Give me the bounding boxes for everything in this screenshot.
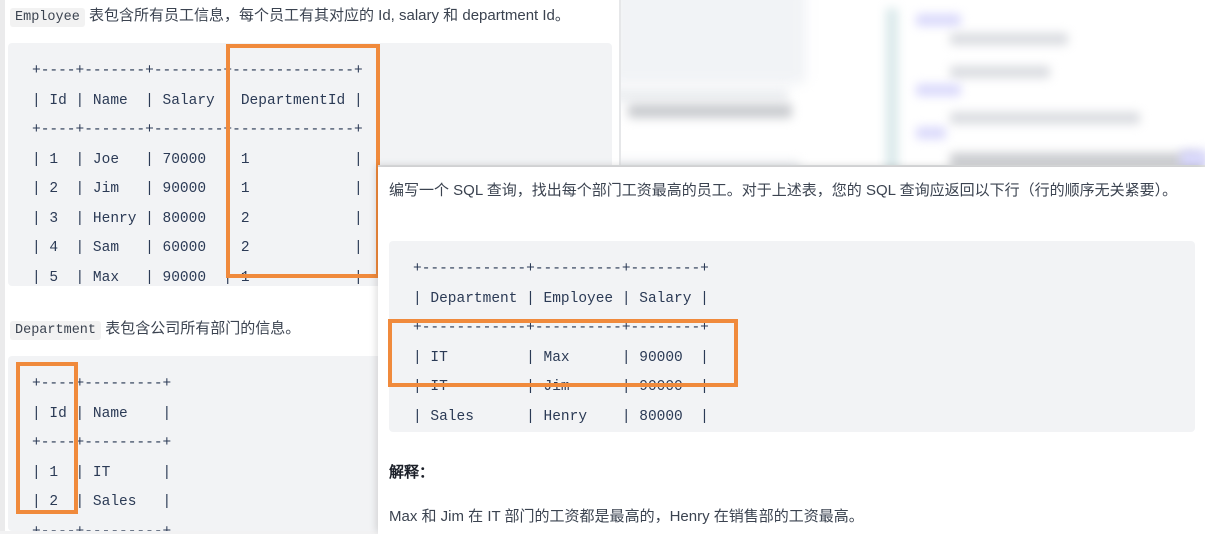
blurred-background-region [620,0,1205,180]
blurred-bar [916,84,961,96]
department-description-paragraph: Department 表包含公司所有部门的信息。 [10,318,300,342]
blurred-bar [886,8,898,180]
question-paragraph: 编写一个 SQL 查询，找出每个部门工资最高的员工。对于上述表，您的 SQL 查… [389,182,1178,199]
explanation-heading: 解释： [389,464,435,481]
blurred-bar [620,88,788,102]
employee-description-text: 表包含所有员工信息，每个员工有其对应的 Id, salary 和 departm… [88,7,570,24]
explanation-paragraph: Max 和 Jim 在 IT 部门的工资都是最高的，Henry 在销售部的工资最… [389,508,864,525]
result-table-ascii: +------------+----------+--------+ | Dep… [413,261,709,425]
department-description-text: 表包含公司所有部门的信息。 [105,320,301,337]
blurred-bar [950,112,1140,124]
department-code-tag: Department [10,321,102,340]
employee-description-paragraph: Employee 表包含所有员工信息，每个员工有其对应的 Id, salary … [10,5,570,29]
blurred-bar [916,14,961,26]
vertical-scrollbar[interactable] [0,0,5,534]
result-table-codeblock: +------------+----------+--------+ | Dep… [389,241,1195,432]
question-right-panel: 编写一个 SQL 查询，找出每个部门工资最高的员工。对于上述表，您的 SQL 查… [378,167,1205,534]
blurred-card [620,0,806,84]
blurred-bar [950,33,1068,45]
blurred-bar [628,104,792,118]
blurred-bar [916,127,946,139]
scrollbar-thumb[interactable] [0,0,5,534]
blurred-bar [950,66,1050,78]
employee-code-tag: Employee [10,8,85,27]
